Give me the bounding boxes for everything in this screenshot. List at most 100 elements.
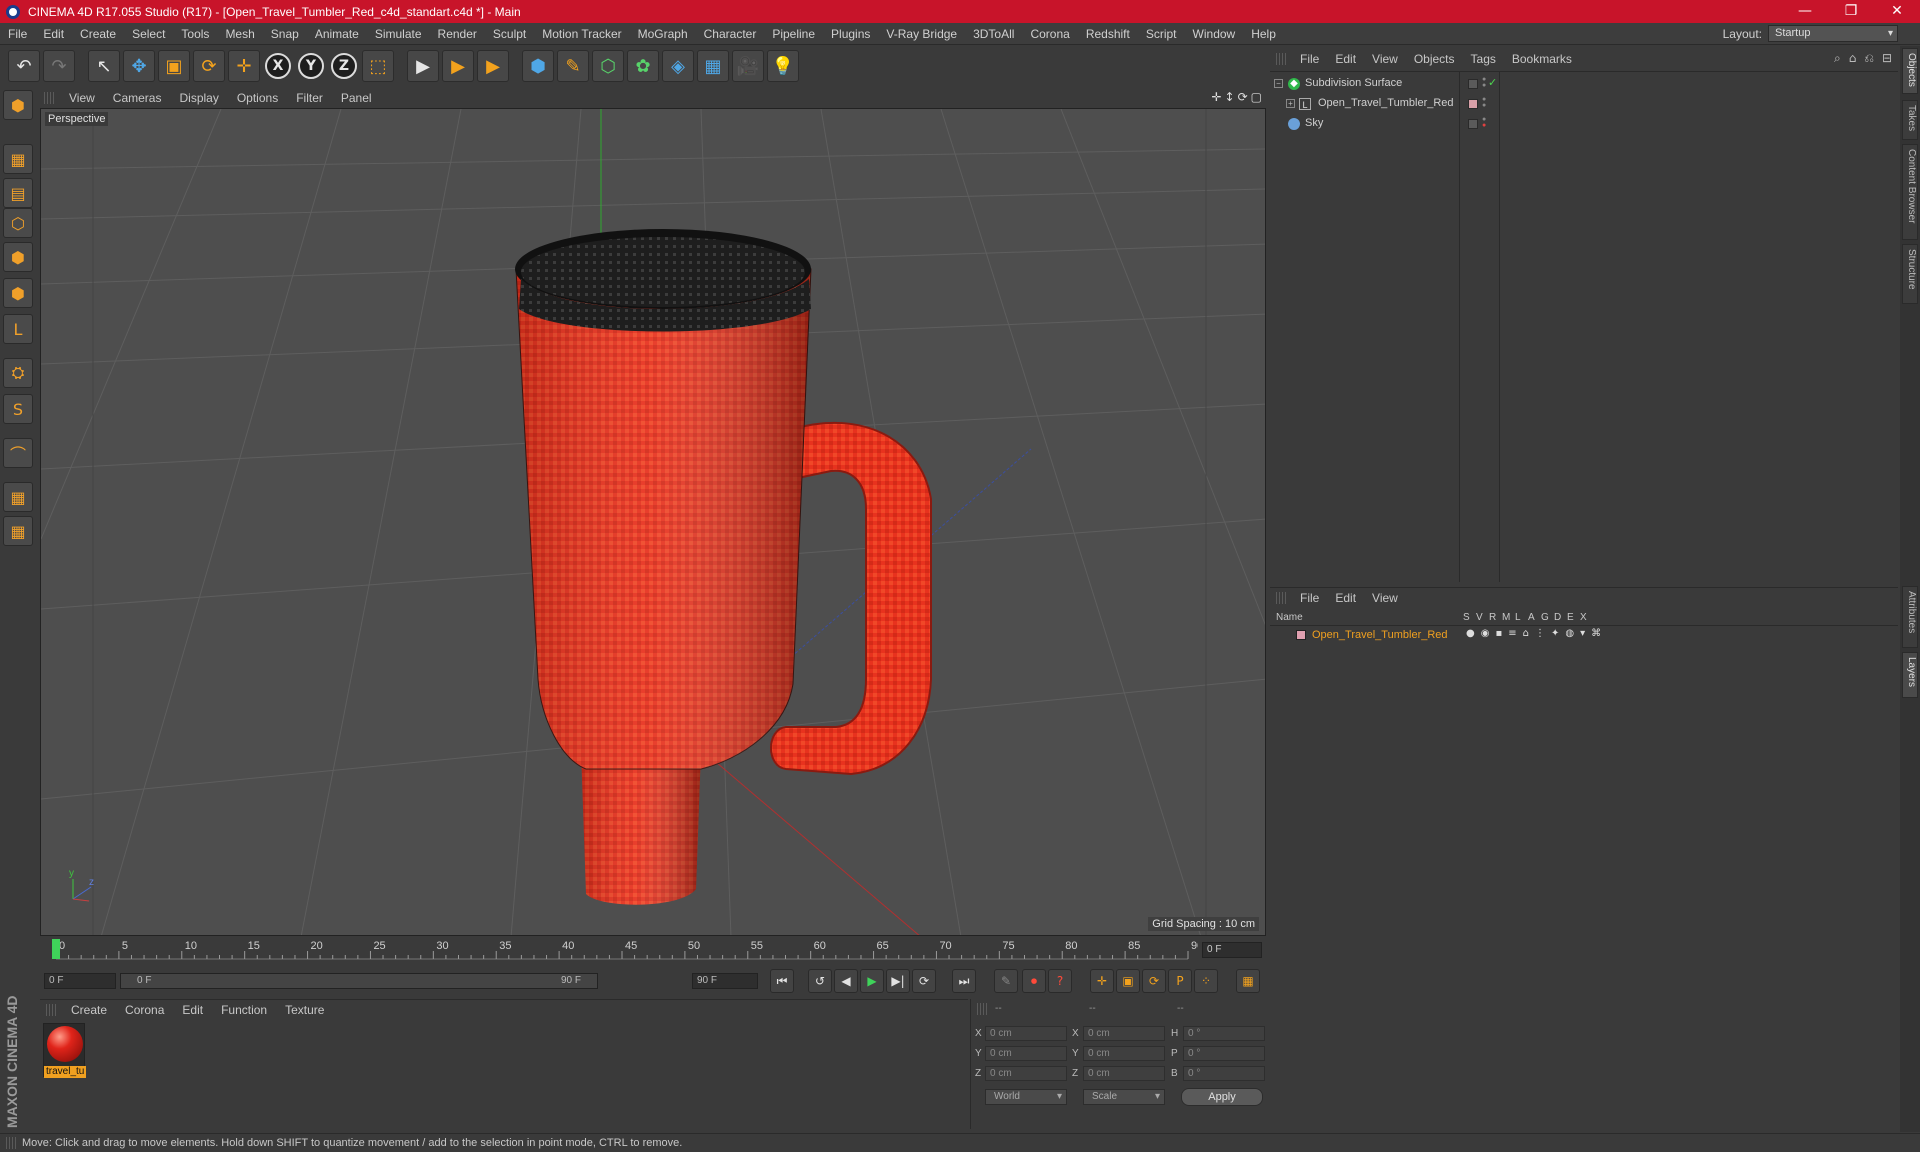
layer-manager-icon[interactable]: ≡: [1508, 628, 1516, 639]
object-menu-edit[interactable]: Edit: [1327, 52, 1364, 66]
transform-tool-button[interactable]: ✛: [228, 50, 260, 82]
menu-character[interactable]: Character: [696, 27, 765, 41]
layer-color-swatch[interactable]: [1296, 630, 1306, 640]
viewport-pan-icon[interactable]: ✛: [1211, 90, 1221, 104]
layer-solo-icon[interactable]: ●: [1466, 628, 1475, 639]
make-editable-button[interactable]: ⬢: [3, 90, 33, 120]
x-axis-lock-button[interactable]: X: [265, 53, 291, 79]
tab-layers[interactable]: Layers: [1902, 652, 1918, 698]
edges-mode-button[interactable]: ⬢: [3, 278, 33, 308]
record-pla-button[interactable]: ⁘: [1194, 969, 1218, 993]
render-settings-button[interactable]: ▶: [477, 50, 509, 82]
record-position-button[interactable]: ✛: [1090, 969, 1114, 993]
z-axis-lock-button[interactable]: Z: [331, 53, 357, 79]
restore-button[interactable]: ❐: [1828, 0, 1874, 23]
layer-view-icon[interactable]: ◉: [1481, 628, 1490, 639]
layout-dropdown[interactable]: Startup: [1768, 25, 1898, 42]
material-menu-create[interactable]: Create: [62, 1003, 116, 1017]
size-x-field[interactable]: 0 cm: [1083, 1026, 1165, 1041]
collapse-icon[interactable]: ⊟: [1882, 51, 1892, 66]
cube-object-button[interactable]: ⬢: [522, 50, 554, 82]
layer-generators-icon[interactable]: ✦: [1551, 628, 1559, 639]
viewport-zoom-icon[interactable]: ↕: [1225, 90, 1235, 104]
menu-script[interactable]: Script: [1138, 27, 1185, 41]
tab-attributes[interactable]: Attributes: [1902, 586, 1918, 648]
collapse-toggle[interactable]: −: [1274, 79, 1283, 88]
scale-tool-button[interactable]: ▣: [158, 50, 190, 82]
perspective-viewport[interactable]: y z Perspective Grid Spacing : 10 cm: [40, 108, 1266, 936]
timeline-ruler[interactable]: 051015202530354045505560657075808590 0 F: [40, 937, 1266, 963]
apply-button[interactable]: Apply: [1181, 1088, 1263, 1106]
timeline-window-button[interactable]: ▦: [1236, 969, 1260, 993]
position-x-field[interactable]: 0 cm: [985, 1026, 1067, 1041]
layer-col-deformers[interactable]: D: [1554, 612, 1561, 623]
coordinate-system-button[interactable]: ⬚: [362, 50, 394, 82]
object-row-sky[interactable]: Sky ● ●: [1270, 115, 1898, 133]
model-mode-button[interactable]: ▦: [3, 144, 33, 174]
menu-simulate[interactable]: Simulate: [367, 27, 430, 41]
menu-tools[interactable]: Tools: [173, 27, 217, 41]
size-z-field[interactable]: 0 cm: [1083, 1066, 1165, 1081]
expand-toggle[interactable]: +: [1286, 99, 1295, 108]
floor-object-button[interactable]: ▦: [697, 50, 729, 82]
layer-col-generators[interactable]: G: [1541, 612, 1549, 623]
search-icon[interactable]: ⌕: [1834, 51, 1841, 66]
polygons-mode-button[interactable]: L: [3, 314, 33, 344]
panel-grip-icon[interactable]: [46, 1003, 56, 1016]
previous-keyframe-button[interactable]: ↺: [808, 969, 832, 993]
object-menu-objects[interactable]: Objects: [1406, 52, 1463, 66]
panel-grip-icon[interactable]: [1276, 53, 1286, 65]
move-tool-button[interactable]: ✥: [123, 50, 155, 82]
play-button[interactable]: ▶: [860, 969, 884, 993]
tweak-mode-button[interactable]: S: [3, 394, 33, 424]
render-to-picture-viewer-button[interactable]: ▶: [442, 50, 474, 82]
rotate-tool-button[interactable]: ⟳: [193, 50, 225, 82]
link-icon[interactable]: ⎌: [1864, 51, 1874, 66]
layer-col-locked[interactable]: L: [1515, 612, 1521, 623]
layer-xrefs-icon[interactable]: ⌘: [1591, 628, 1601, 639]
panel-grip-icon[interactable]: [6, 1137, 16, 1149]
layer-render-icon[interactable]: ▪: [1495, 628, 1502, 639]
menu-edit[interactable]: Edit: [35, 27, 72, 41]
y-axis-lock-button[interactable]: Y: [298, 53, 324, 79]
menu-mesh[interactable]: Mesh: [217, 27, 262, 41]
record-scale-button[interactable]: ▣: [1116, 969, 1140, 993]
coordinate-space-dropdown[interactable]: World: [985, 1089, 1067, 1105]
panel-grip-icon[interactable]: [44, 92, 54, 104]
workplane-align-button[interactable]: ▦: [3, 516, 33, 546]
layer-deformers-icon[interactable]: ◍: [1565, 628, 1574, 639]
menu-pipeline[interactable]: Pipeline: [764, 27, 823, 41]
close-button[interactable]: ✕: [1874, 0, 1920, 23]
enabled-check-icon[interactable]: ✓: [1488, 76, 1497, 89]
menu-3dtoall[interactable]: 3DToAll: [965, 27, 1022, 41]
viewport-menu-view[interactable]: View: [60, 91, 104, 105]
start-frame-field[interactable]: 0 F: [44, 973, 116, 989]
menu-create[interactable]: Create: [72, 27, 124, 41]
undo-button[interactable]: ↶: [8, 50, 40, 82]
camera-button[interactable]: 🎥: [732, 50, 764, 82]
layer-menu-edit[interactable]: Edit: [1327, 591, 1364, 605]
material-menu-function[interactable]: Function: [212, 1003, 276, 1017]
render-visibility-dots[interactable]: ● ●: [1482, 96, 1486, 109]
layer-col-animation[interactable]: A: [1528, 612, 1535, 623]
size-y-field[interactable]: 0 cm: [1083, 1046, 1165, 1061]
layer-col-view[interactable]: V: [1476, 612, 1483, 623]
autokeying-button[interactable]: ?: [1048, 969, 1072, 993]
tab-takes[interactable]: Takes: [1902, 100, 1918, 140]
menu-help[interactable]: Help: [1243, 27, 1284, 41]
rotation-p-field[interactable]: 0 °: [1183, 1046, 1265, 1061]
cloner-button[interactable]: ✿: [627, 50, 659, 82]
light-button[interactable]: 💡: [767, 50, 799, 82]
position-y-field[interactable]: 0 cm: [985, 1046, 1067, 1061]
render-view-button[interactable]: ▶: [407, 50, 439, 82]
tab-objects[interactable]: Objects: [1902, 48, 1918, 94]
record-rotation-button[interactable]: ⟳: [1142, 969, 1166, 993]
panel-grip-icon[interactable]: [977, 1003, 987, 1015]
menu-vray-bridge[interactable]: V-Ray Bridge: [878, 27, 965, 41]
layer-col-render[interactable]: R: [1489, 612, 1496, 623]
menu-mograph[interactable]: MoGraph: [630, 27, 696, 41]
render-visibility-dots[interactable]: ● ●: [1482, 76, 1486, 89]
rotation-b-field[interactable]: 0 °: [1183, 1066, 1265, 1081]
workplane-mode-button[interactable]: ⬡: [3, 208, 33, 238]
go-to-end-button[interactable]: ⏭: [952, 969, 976, 993]
